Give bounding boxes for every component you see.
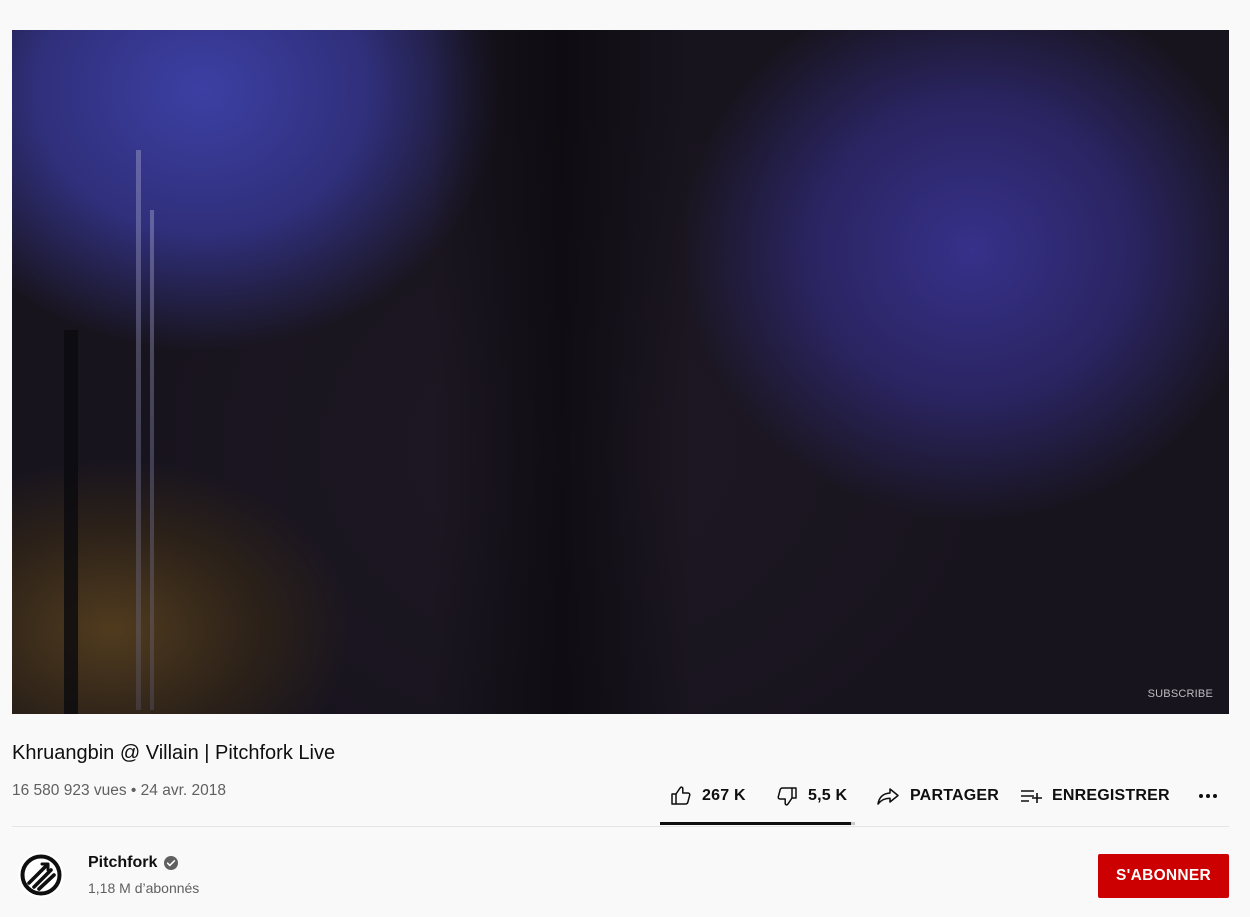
share-button[interactable]: PARTAGER — [875, 778, 1019, 814]
share-arrow-icon — [875, 784, 901, 808]
video-title: Khruangbin @ Villain | Pitchfork Live — [12, 742, 336, 764]
view-count: 16 580 923 vues — [12, 782, 127, 799]
action-bar: 267 K 5,5 K PARTAGER ENREGISTRER — [660, 778, 1221, 814]
playlist-add-icon — [1019, 784, 1043, 808]
like-button[interactable]: 267 K — [660, 778, 775, 814]
share-label: PARTAGER — [910, 787, 1000, 804]
dislike-button[interactable]: 5,5 K — [775, 778, 875, 814]
video-player[interactable]: SUBSCRIBE — [12, 30, 1229, 714]
video-meta: 16 580 923 vues • 24 avr. 2018 — [12, 782, 226, 800]
publish-date: 24 avr. 2018 — [140, 782, 226, 799]
video-frame-light-streak — [136, 150, 141, 710]
channel-name[interactable]: Pitchfork — [88, 854, 157, 872]
dislike-count: 5,5 K — [808, 787, 848, 804]
save-button[interactable]: ENREGISTRER — [1019, 778, 1195, 814]
thumbs-down-icon — [775, 784, 799, 808]
like-count: 267 K — [702, 787, 746, 804]
more-actions-button[interactable] — [1195, 778, 1221, 814]
section-divider — [12, 826, 1229, 827]
video-frame-light-streak — [150, 210, 154, 710]
player-subscribe-watermark[interactable]: SUBSCRIBE — [1148, 688, 1213, 700]
channel-name-row: Pitchfork — [88, 854, 179, 872]
video-frame-stand — [64, 330, 78, 714]
video-frame-shade — [432, 30, 692, 714]
like-ratio-fill — [660, 822, 852, 825]
channel-avatar[interactable] — [18, 852, 64, 898]
subscribe-button[interactable]: S'ABONNER — [1098, 854, 1229, 898]
like-dislike-ratio-bar — [660, 822, 855, 825]
meta-separator: • — [126, 782, 141, 799]
verified-badge-icon — [157, 855, 179, 871]
save-label: ENREGISTRER — [1052, 787, 1170, 804]
pitchfork-logo-icon — [20, 854, 62, 896]
subscriber-count: 1,18 M d’abonnés — [88, 880, 200, 896]
more-horizontal-icon — [1198, 793, 1218, 799]
thumbs-up-icon — [669, 784, 693, 808]
